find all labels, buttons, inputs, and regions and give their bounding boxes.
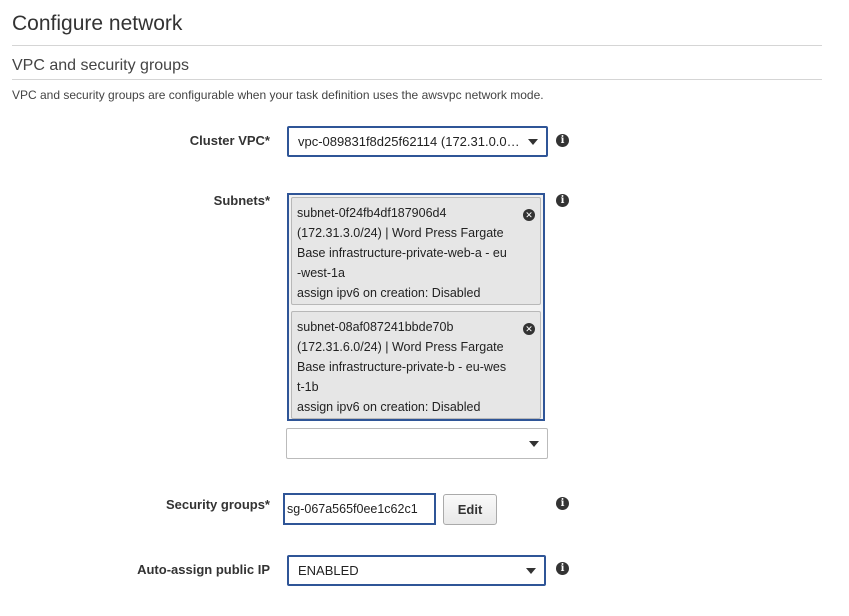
info-icon[interactable]: i <box>556 194 569 207</box>
section-description: VPC and security groups are configurable… <box>12 88 544 102</box>
subnet-chip-line: assign ipv6 on creation: Disabled <box>297 400 481 414</box>
info-icon[interactable]: i <box>556 497 569 510</box>
security-groups-field[interactable]: sg-067a565f0ee1c62c1 <box>283 493 436 525</box>
subnet-chip-line: t-1b <box>297 380 319 394</box>
section-title: VPC and security groups <box>12 57 189 74</box>
section-divider <box>12 79 822 80</box>
title-divider <box>12 45 822 46</box>
subnets-add-select[interactable] <box>286 428 548 459</box>
caret-down-icon <box>526 567 536 574</box>
subnet-chip-line: subnet-0f24fb4df187906d4 <box>297 206 447 220</box>
auto-assign-ip-label: Auto-assign public IP <box>137 562 270 577</box>
subnet-chip: subnet-08af087241bbde70b (172.31.6.0/24)… <box>291 311 541 419</box>
caret-down-icon <box>528 138 538 145</box>
security-groups-label: Security groups* <box>165 497 270 512</box>
remove-subnet-icon[interactable]: ✕ <box>523 209 535 221</box>
subnet-chip-line: (172.31.3.0/24) | Word Press Fargate <box>297 226 504 240</box>
caret-down-icon <box>529 440 539 447</box>
cluster-vpc-select[interactable]: vpc-089831f8d25f62114 (172.31.0.0/16) <box>287 126 548 157</box>
subnet-chip-line: subnet-08af087241bbde70b <box>297 320 454 334</box>
subnet-chip-line: Base infrastructure-private-web-a - eu <box>297 246 507 260</box>
auto-assign-ip-value: ENABLED <box>298 563 359 578</box>
info-icon[interactable]: i <box>556 562 569 575</box>
info-icon[interactable]: i <box>556 134 569 147</box>
cluster-vpc-label: Cluster VPC* <box>189 133 270 148</box>
cluster-vpc-value: vpc-089831f8d25f62114 (172.31.0.0/16) <box>298 134 522 149</box>
remove-subnet-icon[interactable]: ✕ <box>523 323 535 335</box>
edit-security-groups-button[interactable]: Edit <box>443 494 497 525</box>
auto-assign-ip-select[interactable]: ENABLED <box>287 555 546 586</box>
subnet-chip: subnet-0f24fb4df187906d4 (172.31.3.0/24)… <box>291 197 541 305</box>
subnet-chip-line: (172.31.6.0/24) | Word Press Fargate <box>297 340 504 354</box>
subnet-chip-line: -west-1a <box>297 266 345 280</box>
page-title: Configure network <box>12 12 183 35</box>
subnet-chip-line: assign ipv6 on creation: Disabled <box>297 286 481 300</box>
subnets-multiselect[interactable]: subnet-0f24fb4df187906d4 (172.31.3.0/24)… <box>287 193 545 421</box>
subnet-chip-line: Base infrastructure-private-b - eu-wes <box>297 360 507 374</box>
security-groups-value: sg-067a565f0ee1c62c1 <box>287 502 418 516</box>
subnets-label: Subnets* <box>213 193 270 208</box>
